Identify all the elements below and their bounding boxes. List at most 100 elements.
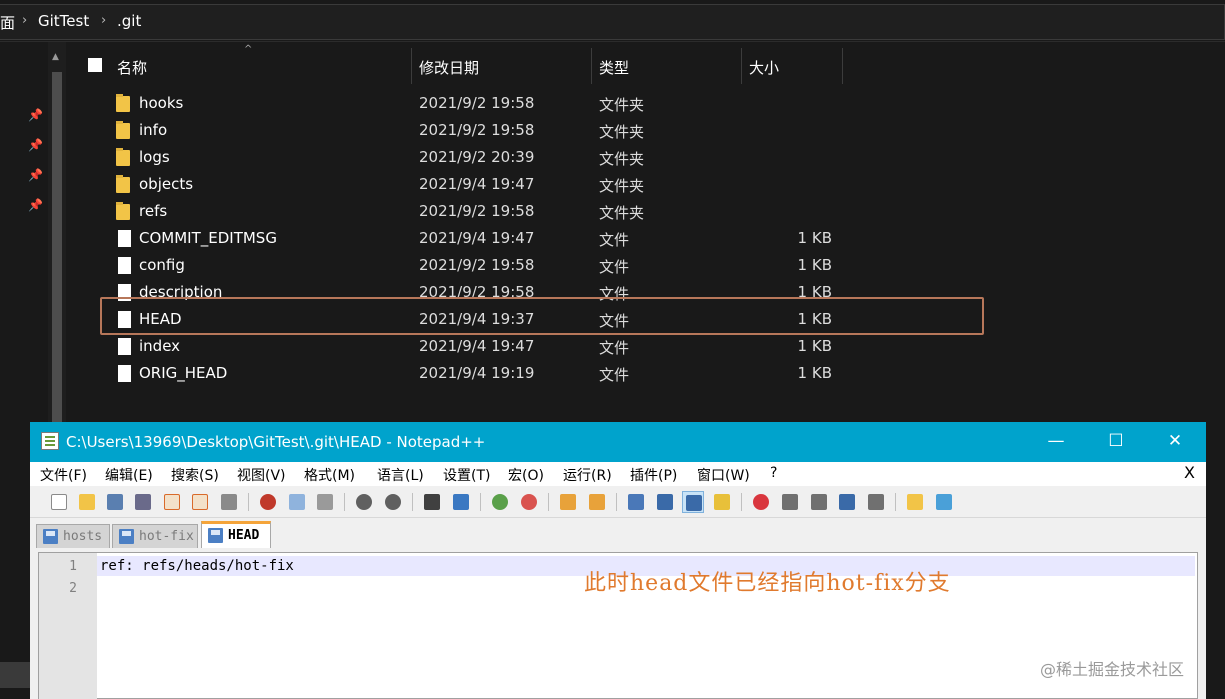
save-all-button[interactable]: [132, 491, 154, 513]
list-item[interactable]: index 2021/9/4 19:47 文件 1 KB: [66, 333, 1225, 360]
select-all-checkbox[interactable]: [88, 58, 102, 72]
toolbar-separator: [248, 493, 249, 511]
file-size: 1 KB: [797, 256, 832, 274]
close-file-button[interactable]: [161, 491, 183, 513]
copy-icon: [289, 494, 305, 510]
list-item[interactable]: ORIG_HEAD 2021/9/4 19:19 文件 1 KB: [66, 360, 1225, 387]
menu-language[interactable]: 语言(L): [377, 465, 424, 485]
saved-file-icon: [208, 528, 223, 543]
close-document-button[interactable]: X: [1184, 463, 1195, 482]
head-row-highlight-box: [100, 297, 984, 335]
column-divider[interactable]: [591, 48, 592, 84]
notepad-app-icon[interactable]: [41, 432, 59, 450]
notepad-title-bar[interactable]: C:\Users\13969\Desktop\GitTest\.git\HEAD…: [30, 422, 1206, 462]
column-header-size[interactable]: 大小: [749, 57, 779, 78]
window-title: C:\Users\13969\Desktop\GitTest\.git\HEAD…: [66, 433, 486, 451]
file-date: 2021/9/4 19:19: [419, 364, 535, 382]
stop-macro-button[interactable]: [779, 491, 801, 513]
menu-settings[interactable]: 设置(T): [443, 465, 490, 485]
breadcrumb-gittest[interactable]: GitTest: [38, 12, 89, 30]
list-item[interactable]: info 2021/9/2 19:58 文件夹: [66, 117, 1225, 144]
tab-label: hosts: [63, 529, 103, 544]
file-name: index: [139, 337, 181, 355]
word-wrap-button[interactable]: [625, 491, 647, 513]
record-icon: [753, 494, 769, 510]
new-file-button[interactable]: [48, 491, 70, 513]
tab-head[interactable]: HEAD: [201, 521, 271, 548]
address-bar[interactable]: 面 › GitTest › .git: [0, 0, 1225, 42]
menu-window[interactable]: 窗口(W): [697, 465, 750, 485]
menu-plugins[interactable]: 插件(P): [630, 465, 677, 485]
zoom-out-button[interactable]: [518, 491, 540, 513]
show-all-chars-button[interactable]: [654, 491, 676, 513]
pin-icon[interactable]: 📌: [28, 108, 43, 122]
list-item[interactable]: refs 2021/9/2 19:58 文件夹: [66, 198, 1225, 225]
menu-edit[interactable]: 编辑(E): [105, 465, 153, 485]
list-item[interactable]: COMMIT_EDITMSG 2021/9/4 19:47 文件 1 KB: [66, 225, 1225, 252]
open-file-button[interactable]: [76, 491, 98, 513]
save-button[interactable]: [104, 491, 126, 513]
list-item[interactable]: hooks 2021/9/2 19:58 文件夹: [66, 90, 1225, 117]
tab-label: HEAD: [228, 528, 260, 543]
file-name: logs: [139, 148, 170, 166]
menu-macro[interactable]: 宏(O): [508, 465, 544, 485]
paste-button[interactable]: [314, 491, 336, 513]
save-macro-icon: [868, 494, 884, 510]
save-macro-button[interactable]: [865, 491, 887, 513]
column-divider[interactable]: [741, 48, 742, 84]
list-item[interactable]: config 2021/9/2 19:58 文件 1 KB: [66, 252, 1225, 279]
menu-run[interactable]: 运行(R): [563, 465, 612, 485]
record-macro-button[interactable]: [750, 491, 772, 513]
close-all-button[interactable]: [189, 491, 211, 513]
redo-button[interactable]: [382, 491, 404, 513]
folder-workspace-button[interactable]: [904, 491, 926, 513]
undo-button[interactable]: [353, 491, 375, 513]
close-all-icon: [192, 494, 208, 510]
menu-format[interactable]: 格式(M): [304, 465, 355, 485]
column-header-type[interactable]: 类型: [599, 57, 629, 78]
copy-button[interactable]: [286, 491, 308, 513]
menu-search[interactable]: 搜索(S): [171, 465, 219, 485]
nav-selected-item[interactable]: [0, 662, 30, 688]
replace-button[interactable]: [450, 491, 472, 513]
menu-view[interactable]: 视图(V): [237, 465, 286, 485]
pin-icon[interactable]: 📌: [28, 198, 43, 212]
minimize-button[interactable]: —: [1044, 430, 1068, 454]
play-macro-button[interactable]: [808, 491, 830, 513]
column-divider[interactable]: [411, 48, 412, 84]
list-item[interactable]: objects 2021/9/4 19:47 文件夹: [66, 171, 1225, 198]
find-button[interactable]: [421, 491, 443, 513]
column-header-name[interactable]: 名称: [117, 57, 147, 78]
list-item[interactable]: logs 2021/9/2 20:39 文件夹: [66, 144, 1225, 171]
column-header-date[interactable]: 修改日期: [419, 57, 479, 78]
address-box[interactable]: [0, 4, 1225, 40]
redo-icon: [385, 494, 401, 510]
zoom-in-button[interactable]: [489, 491, 511, 513]
cut-button[interactable]: [257, 491, 279, 513]
breadcrumb-git[interactable]: .git: [117, 12, 141, 30]
breadcrumb-desktop[interactable]: 面: [0, 12, 15, 33]
file-date: 2021/9/2 19:58: [419, 256, 535, 274]
code-line[interactable]: ref: refs/heads/hot-fix: [100, 558, 294, 574]
maximize-button[interactable]: ☐: [1104, 430, 1128, 454]
text-editor[interactable]: 1 2 ref: refs/heads/hot-fix 此时head文件已经指向…: [38, 552, 1198, 699]
tab-hot-fix[interactable]: hot-fix: [112, 524, 198, 548]
scroll-up-icon[interactable]: ▲: [52, 52, 59, 62]
user-language-button[interactable]: [711, 491, 733, 513]
menu-file[interactable]: 文件(F): [40, 465, 87, 485]
pin-icon[interactable]: 📌: [28, 138, 43, 152]
fast-forward-icon: [839, 494, 855, 510]
spell-check-button[interactable]: [933, 491, 955, 513]
column-divider[interactable]: [842, 48, 843, 84]
print-button[interactable]: [218, 491, 240, 513]
run-macro-multiple-button[interactable]: [836, 491, 858, 513]
toolbar: [30, 486, 1206, 518]
watermark: @稀土掘金技术社区: [1040, 660, 1185, 679]
close-button[interactable]: ✕: [1163, 430, 1187, 454]
menu-help[interactable]: ?: [770, 465, 777, 481]
indent-guide-button[interactable]: [682, 491, 704, 513]
sync-horizontal-button[interactable]: [586, 491, 608, 513]
pin-icon[interactable]: 📌: [28, 168, 43, 182]
tab-hosts[interactable]: hosts: [36, 524, 110, 548]
sync-vertical-button[interactable]: [557, 491, 579, 513]
